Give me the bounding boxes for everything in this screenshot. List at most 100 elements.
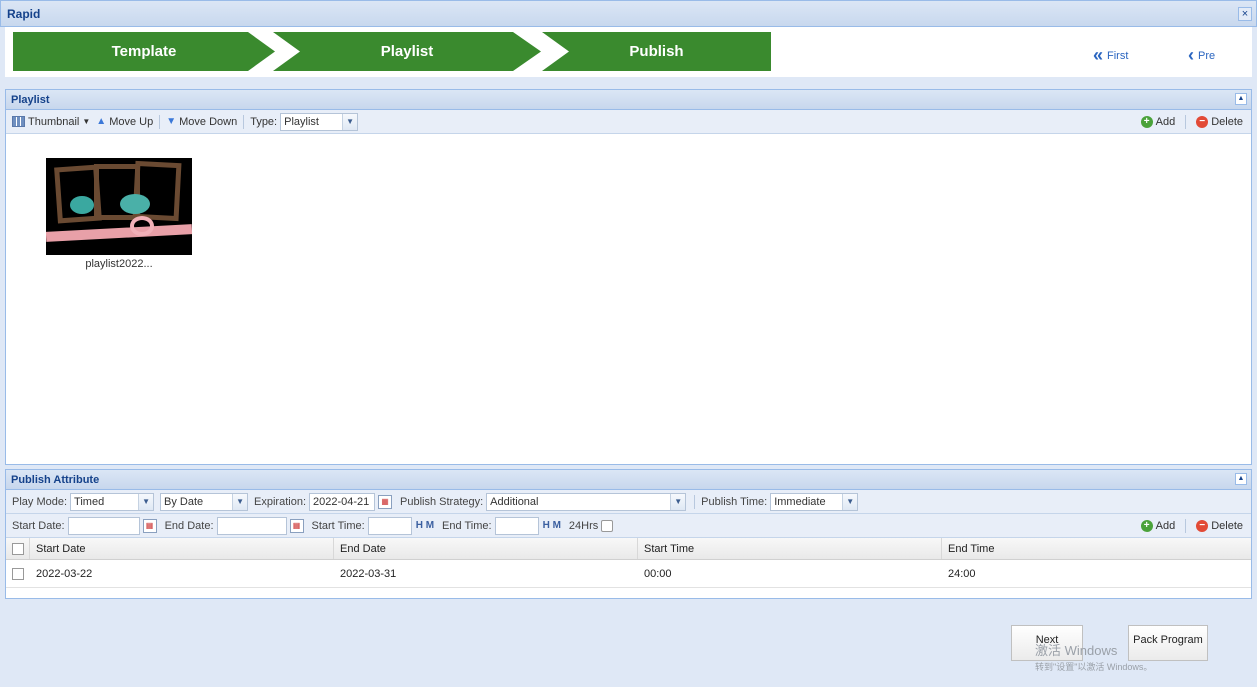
move-up-button[interactable]: ▲ Move Up bbox=[96, 116, 153, 128]
delete-playlist-button[interactable]: − Delete bbox=[1196, 116, 1243, 128]
hour-minute-icon[interactable]: H M bbox=[543, 520, 561, 531]
expiration-input[interactable]: 2022-04-21 bbox=[309, 492, 376, 511]
delete-time-button[interactable]: − Delete bbox=[1196, 520, 1243, 532]
start-date-label: Start Date: bbox=[12, 519, 65, 532]
first-label: First bbox=[1107, 49, 1129, 62]
add-icon: + bbox=[1140, 116, 1153, 128]
chevron-down-icon[interactable]: ▼ bbox=[670, 493, 686, 510]
publish-attribute-panel: Publish Attribute ▲ Play Mode: Timed ▼ B… bbox=[5, 469, 1252, 599]
play-mode-select[interactable]: Timed ▼ bbox=[70, 492, 155, 511]
select-all-cell bbox=[6, 538, 30, 559]
column-start-time[interactable]: Start Time bbox=[638, 538, 942, 559]
add-playlist-button[interactable]: + Add bbox=[1140, 116, 1176, 128]
collapse-icon[interactable]: ▲ bbox=[1235, 473, 1247, 485]
cell-start-date: 2022-03-22 bbox=[36, 567, 93, 580]
publish-time-value: Immediate bbox=[774, 495, 826, 508]
column-start-date[interactable]: Start Date bbox=[30, 538, 334, 559]
delete-label: Delete bbox=[1211, 520, 1243, 532]
publish-time-select[interactable]: Immediate ▼ bbox=[770, 492, 859, 511]
double-chevron-left-icon: « bbox=[1093, 45, 1104, 65]
arrow-down-icon: ▼ bbox=[166, 116, 177, 127]
window-title-bar: Rapid × bbox=[0, 0, 1257, 27]
chevron-down-icon[interactable]: ▼ bbox=[232, 493, 248, 510]
strategy-select[interactable]: Additional ▼ bbox=[486, 492, 687, 511]
pre-button[interactable]: ‹ Pre bbox=[1188, 45, 1215, 66]
step-template[interactable]: Template bbox=[13, 32, 275, 71]
hrs24-checkbox[interactable] bbox=[601, 519, 614, 532]
row-select-cell bbox=[6, 560, 30, 587]
type-select[interactable]: Playlist ▼ bbox=[280, 112, 359, 131]
type-field: Type: Playlist ▼ bbox=[250, 112, 359, 131]
delete-icon: − bbox=[1196, 116, 1209, 128]
add-time-button[interactable]: + Add bbox=[1140, 520, 1175, 532]
type-value: Playlist bbox=[284, 115, 319, 128]
start-date-input[interactable] bbox=[67, 516, 140, 535]
time-actions: + Add − Delete bbox=[1140, 519, 1249, 533]
start-time-label: Start Time: bbox=[311, 519, 365, 532]
activation-watermark: 激活 Windows 转到"设置"以激活 Windows。 bbox=[1035, 640, 1152, 673]
flower-shape bbox=[120, 194, 150, 214]
hour-minute-icon[interactable]: H M bbox=[416, 520, 434, 531]
grid-icon bbox=[12, 116, 25, 127]
chevron-left-icon: ‹ bbox=[1188, 45, 1194, 65]
playlist-thumbnail[interactable] bbox=[46, 158, 192, 255]
toolbar-separator bbox=[159, 114, 161, 129]
playlist-content: playlist2022... bbox=[6, 134, 1251, 464]
step-playlist[interactable]: Playlist bbox=[273, 32, 541, 71]
cell-end-date: 2022-03-31 bbox=[340, 567, 397, 580]
collapse-icon[interactable]: ▲ bbox=[1235, 93, 1247, 105]
date-mode-value: By Date bbox=[164, 495, 204, 508]
column-end-date[interactable]: End Date bbox=[334, 538, 638, 559]
publish-panel-title: Publish Attribute bbox=[11, 474, 100, 486]
chevron-down-icon[interactable]: ▼ bbox=[138, 493, 154, 510]
thumbnail-view-button[interactable]: Thumbnail ▼ bbox=[12, 116, 90, 128]
close-icon[interactable]: × bbox=[1238, 7, 1252, 21]
delete-label: Delete bbox=[1211, 116, 1243, 128]
table-row[interactable]: 2022-03-22 2022-03-31 00:00 24:00 bbox=[6, 560, 1251, 588]
watermark-line-2: 转到"设置"以激活 Windows。 bbox=[1035, 662, 1153, 672]
publish-panel-header: Publish Attribute ▲ bbox=[6, 470, 1251, 490]
toolbar-separator bbox=[243, 114, 245, 129]
start-time-input[interactable] bbox=[367, 516, 412, 535]
hrs24-label: 24Hrs bbox=[568, 519, 599, 532]
end-date-input[interactable] bbox=[216, 516, 287, 535]
toolbar-separator bbox=[1185, 519, 1187, 533]
cell-end-time: 24:00 bbox=[948, 567, 976, 580]
calendar-icon[interactable]: ▦ bbox=[289, 518, 304, 533]
column-end-time[interactable]: End Time bbox=[942, 538, 1251, 559]
play-mode-value: Timed bbox=[74, 495, 105, 508]
chevron-down-icon[interactable]: ▼ bbox=[842, 493, 858, 510]
publish-toolbar-2: Start Date: ▦ End Date: ▦ Start Time: H … bbox=[6, 514, 1251, 538]
row-checkbox[interactable] bbox=[12, 567, 24, 580]
type-label: Type: bbox=[250, 115, 278, 128]
calendar-icon[interactable]: ▦ bbox=[142, 518, 157, 533]
playlist-panel-title: Playlist bbox=[11, 94, 50, 106]
wizard-steps: Template Playlist Publish « First ‹ Pre bbox=[5, 27, 1252, 77]
ribbon-shape bbox=[46, 224, 192, 242]
watermark-line-1: 激活 Windows bbox=[1035, 643, 1118, 658]
add-label: Add bbox=[1155, 116, 1176, 128]
arrow-up-icon: ▲ bbox=[96, 116, 107, 127]
date-mode-select[interactable]: By Date ▼ bbox=[160, 492, 249, 511]
move-up-label: Move Up bbox=[109, 115, 154, 128]
flower-shape bbox=[70, 196, 94, 214]
bow-shape bbox=[130, 216, 154, 236]
publish-toolbar-1: Play Mode: Timed ▼ By Date ▼ Expiration:… bbox=[6, 490, 1251, 514]
calendar-icon[interactable]: ▦ bbox=[378, 494, 393, 509]
select-all-checkbox[interactable] bbox=[12, 542, 24, 555]
step-publish[interactable]: Publish bbox=[542, 32, 771, 71]
move-down-button[interactable]: ▼ Move Down bbox=[166, 116, 237, 128]
pre-label: Pre bbox=[1198, 49, 1216, 62]
end-time-label: End Time: bbox=[442, 519, 492, 532]
delete-icon: − bbox=[1196, 520, 1209, 532]
cell-start-time: 00:00 bbox=[644, 567, 672, 580]
playlist-toolbar: Thumbnail ▼ ▲ Move Up ▼ Move Down Type: … bbox=[6, 110, 1251, 134]
first-button[interactable]: « First bbox=[1093, 45, 1128, 66]
strategy-value: Additional bbox=[490, 495, 539, 508]
toolbar-separator bbox=[1185, 115, 1187, 129]
playlist-actions: + Add − Delete bbox=[1140, 115, 1249, 129]
end-time-input[interactable] bbox=[494, 516, 539, 535]
caret-down-icon: ▼ bbox=[82, 117, 91, 126]
chevron-down-icon[interactable]: ▼ bbox=[342, 113, 358, 130]
playlist-panel-header: Playlist ▲ bbox=[6, 90, 1251, 110]
